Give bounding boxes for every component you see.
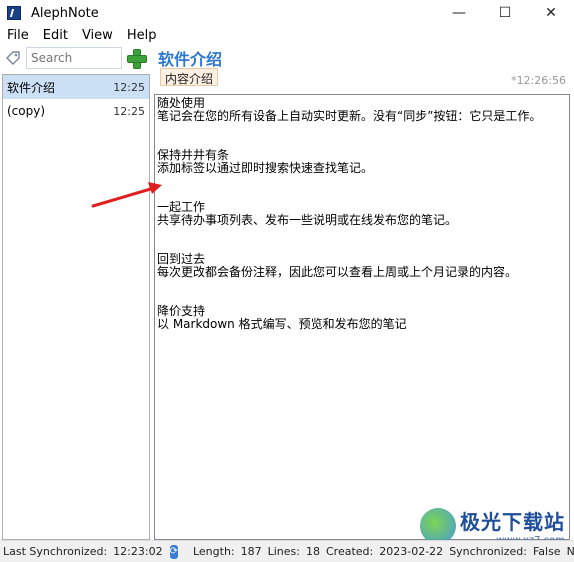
last-sync-value: 12:23:02 <box>113 545 163 558</box>
editor-scrollbar[interactable] <box>555 95 569 539</box>
last-sync-label: Last Synchronized: <box>3 545 108 558</box>
tag-chip[interactable]: 内容介绍 <box>160 68 219 86</box>
note-item-title: (copy) <box>7 104 46 118</box>
lines-value: 18 <box>306 545 320 558</box>
annotation-arrow-icon <box>91 182 162 208</box>
close-button[interactable]: ✕ <box>528 0 574 26</box>
created-value: 2023-02-22 <box>379 545 444 558</box>
length-label: Length: <box>192 545 235 558</box>
window-title: AlephNote <box>31 5 99 21</box>
menu-view[interactable]: View <box>75 28 120 43</box>
note-list[interactable]: 软件介绍 12:25 (copy) 12:25 <box>2 74 150 540</box>
watermark-logo-icon <box>420 508 456 544</box>
title-bar: AlephNote — ☐ ✕ <box>0 0 574 26</box>
status-trailing: No Re <box>566 545 574 558</box>
maximize-button[interactable]: ☐ <box>482 0 528 26</box>
menu-file[interactable]: File <box>0 28 36 43</box>
note-title[interactable]: 软件介绍 <box>158 46 222 70</box>
minimize-button[interactable]: — <box>436 0 482 26</box>
modified-timestamp: *12:26:56 <box>511 74 566 87</box>
list-item[interactable]: (copy) 12:25 <box>3 99 149 123</box>
sync-icon[interactable]: ⟳ <box>169 544 178 559</box>
created-label: Created: <box>326 545 374 558</box>
add-note-button[interactable] <box>126 48 147 69</box>
menu-help[interactable]: Help <box>120 28 164 43</box>
menu-edit[interactable]: Edit <box>36 28 75 43</box>
watermark-main: 极光下载站 <box>460 510 565 534</box>
sidebar: 软件介绍 12:25 (copy) 12:25 <box>0 44 150 540</box>
window-controls: — ☐ ✕ <box>436 0 574 26</box>
tag-icon[interactable] <box>4 49 22 67</box>
synchronized-label: Synchronized: <box>449 545 527 558</box>
list-item[interactable]: 软件介绍 12:25 <box>3 75 149 99</box>
lines-label: Lines: <box>267 545 300 558</box>
search-input[interactable] <box>26 47 122 69</box>
note-body[interactable]: 随处使用 笔记会在您的所有设备上自动实时更新。没有“同步”按钮：它只是工作。 保… <box>155 95 569 333</box>
app-logo-icon <box>7 6 21 20</box>
status-bar: Last Synchronized: 12:23:02 ⟳ Length: 18… <box>0 540 574 562</box>
note-editor[interactable]: 随处使用 笔记会在您的所有设备上自动实时更新。没有“同步”按钮：它只是工作。 保… <box>154 94 570 540</box>
synchronized-value: False <box>532 545 561 558</box>
editor-panel: 软件介绍 内容介绍 *12:26:56 随处使用 笔记会在您的所有设备上自动实时… <box>154 44 574 540</box>
search-row <box>0 44 150 72</box>
note-item-time: 12:25 <box>113 104 145 118</box>
note-item-title: 软件介绍 <box>7 80 56 95</box>
menu-bar: File Edit View Help <box>0 26 574 44</box>
note-item-time: 12:25 <box>113 80 145 94</box>
length-value: 187 <box>240 545 262 558</box>
